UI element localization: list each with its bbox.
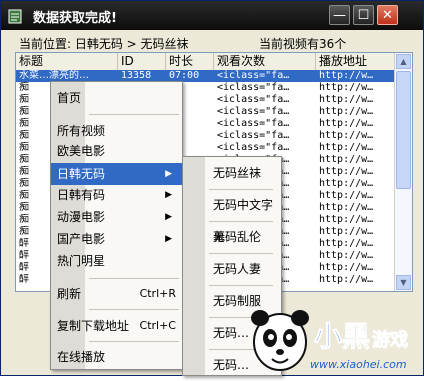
table-cell: http://w… [319,154,374,165]
table-cell: <iclass="fa… [217,70,290,81]
submenu-item-incest[interactable]: 无码乱伦 [183,221,281,253]
column-header-id[interactable]: ID [118,53,166,70]
table-cell: <iclass="fa… [217,94,290,105]
table-cell: <iclass="fa… [217,106,290,117]
shortcut-label: Ctrl+R [139,287,176,300]
table-cell: <iclass="fa… [217,142,290,153]
table-cell: http://w… [319,130,374,141]
window-title: 数据获取完成! [33,11,117,26]
table-cell: http://w… [319,94,374,105]
svg-text:游戏: 游戏 [372,329,408,351]
menu-item-all-videos[interactable]: 所有视频 [51,120,182,142]
menu-separator [89,309,179,310]
vertical-scrollbar[interactable]: ▲ ▼ [394,53,412,291]
scroll-thumb[interactable] [396,71,411,189]
table-cell: http://w… [319,250,374,261]
menu-item-domestic[interactable]: 国产电影 ▶ [51,228,182,250]
column-header-title[interactable]: 标题 [16,53,118,70]
svg-text:www.xiaohei.com: www.xiaohei.com [310,358,407,371]
table-cell: http://w… [319,214,374,225]
submenu-arrow-icon: ▶ [165,169,172,179]
table-cell: http://w… [319,202,374,213]
minimize-button[interactable]: — [329,5,350,25]
submenu-arrow-icon: ▶ [165,234,172,244]
menu-separator [89,114,179,115]
menu-item-refresh[interactable]: 刷新 Ctrl+R [51,283,182,305]
column-header-views[interactable]: 观看次数 [214,53,316,70]
submenu-arrow-icon: ▶ [165,190,172,200]
submenu-item-chinese-subs[interactable]: 无码中文字幕 [183,189,281,244]
menu-separator [89,278,179,279]
table-cell: http://w… [319,226,374,237]
current-location: 当前位置: 日韩无码 > 无码丝袜 [19,37,189,51]
table-cell: http://w… [319,238,374,249]
menu-item-home[interactable]: 首页 [51,87,182,109]
table-cell: http://w… [319,274,374,285]
table-cell: http://w… [319,82,374,93]
shortcut-label: Ctrl+C [139,319,176,332]
table-cell: <iclass="fa… [217,118,290,129]
table-cell: http://w… [319,70,374,81]
menu-item-anime[interactable]: 动漫电影 ▶ [51,206,182,228]
video-count: 当前视频有36个 [259,37,347,51]
table-cell: <iclass="fa… [217,130,290,141]
table-cell: http://w… [319,178,374,189]
maximize-button[interactable]: ☐ [353,5,374,25]
submenu-item-stockings[interactable]: 无码丝袜 [183,157,281,189]
table-cell: http://w… [319,166,374,177]
scroll-down-icon[interactable]: ▼ [396,275,411,290]
close-button[interactable]: ✕ [377,5,398,25]
table-cell: http://w… [319,190,374,201]
menu-separator [89,341,179,342]
menu-item-jk-uncensored[interactable]: 日韩无码 ▶ [51,163,182,185]
submenu-item-wife[interactable]: 无码人妻 [183,253,281,285]
table-cell: http://w… [319,142,374,153]
submenu-arrow-icon: ▶ [165,212,172,222]
app-icon [8,9,22,24]
scroll-up-icon[interactable]: ▲ [396,54,411,69]
svg-text:小黑: 小黑 [314,320,370,353]
menu-item-hot-stars[interactable]: 热门明星 [51,250,182,272]
list-header: 标题 ID 时长 观看次数 播放地址 [16,53,396,71]
menu-item-copy-url[interactable]: 复制下载地址 Ctrl+C [51,315,182,337]
context-menu: 首页 所有视频 欧美电影 日韩无码 ▶ 日韩有码 ▶ 动漫电影 ▶ 国产电影 ▶ 热门明… [50,81,183,370]
table-cell: http://w… [319,118,374,129]
column-header-duration[interactable]: 时长 [166,53,214,70]
table-cell: http://w… [319,106,374,117]
table-cell: <iclass="fa… [217,82,290,93]
menu-item-western[interactable]: 欧美电影 [51,140,182,162]
watermark-logo: 小黑 游戏 www.xiaohei.com [251,310,408,371]
table-cell: http://w… [319,262,374,273]
title-bar[interactable]: 数据获取完成! — ☐ ✕ [1,1,423,30]
menu-item-play-online[interactable]: 在线播放 [51,346,182,368]
column-header-url[interactable]: 播放地址 [316,53,396,70]
menu-item-jk-censored[interactable]: 日韩有码 ▶ [51,184,182,206]
